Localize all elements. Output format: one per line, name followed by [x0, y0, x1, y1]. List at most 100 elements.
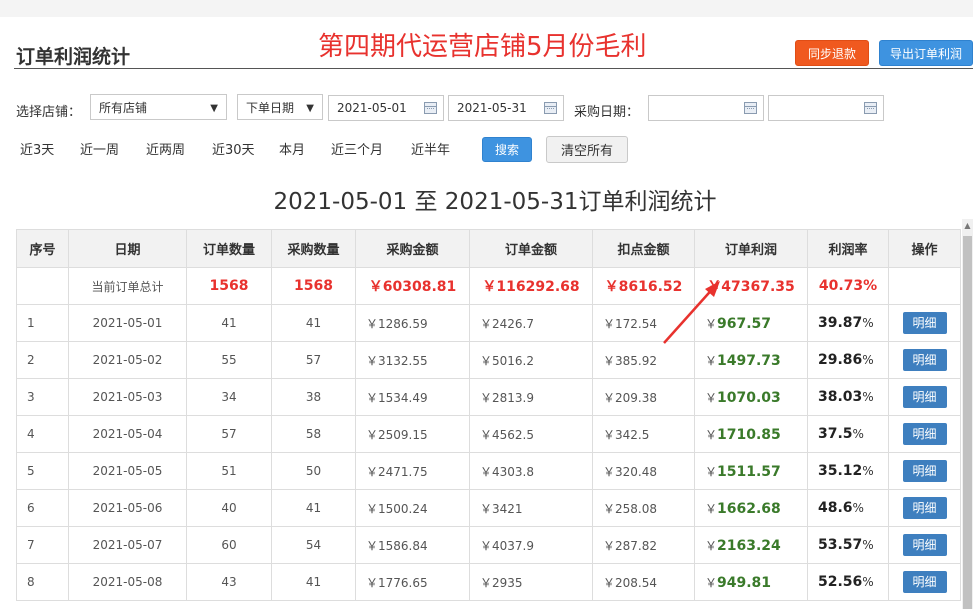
row-order-amount: ￥4303.8 — [469, 452, 593, 490]
currency-symbol: ￥ — [705, 575, 718, 590]
total-purchase-amount: ￥60308.81 — [355, 267, 470, 305]
detail-button[interactable]: 明细 — [902, 312, 947, 334]
profit-table: 序号 日期 订单数量 采购数量 采购金额 订单金额 扣点金额 订单利润 利润率 … — [16, 229, 961, 601]
row-date: 2021-05-03 — [68, 378, 187, 416]
row-rate-value: 35.12 — [818, 463, 863, 479]
table-cell — [888, 267, 961, 305]
quick-range-3months[interactable]: 近三个月 — [331, 139, 383, 158]
date-type-select[interactable]: 下单日期 ▼ — [237, 94, 323, 120]
date-to-value: 2021-05-31 — [457, 101, 527, 115]
currency-symbol: ￥ — [705, 390, 718, 405]
sync-refund-button[interactable]: 同步退款 — [795, 40, 869, 66]
row-date: 2021-05-07 — [68, 526, 187, 564]
row-purchases: 57 — [271, 341, 356, 379]
row-purchases: 58 — [271, 415, 356, 453]
date-from-input[interactable]: 2021-05-01 — [328, 95, 444, 121]
table-row: 7 2021-05-07 60 54 ￥1586.84 ￥4037.9 ￥287.82 ￥21… — [16, 526, 961, 564]
row-orders: 34 — [186, 378, 272, 416]
row-number: 4 — [16, 415, 69, 453]
row-profit: ￥1511.57 — [694, 452, 808, 490]
row-action: 明细 — [888, 341, 961, 379]
calendar-icon[interactable] — [864, 102, 877, 114]
row-purchase-amount: ￥1776.65 — [355, 563, 470, 601]
column-header: 扣点金额 — [592, 229, 695, 268]
quick-range-30days[interactable]: 近30天 — [212, 139, 255, 158]
currency-symbol: ￥ — [705, 464, 718, 479]
date-to-input[interactable]: 2021-05-31 — [448, 95, 564, 121]
table-row: 8 2021-05-08 43 41 ￥1776.65 ￥2935 ￥208.54 ￥949.… — [16, 563, 961, 601]
quick-range-month[interactable]: 本月 — [279, 139, 305, 158]
banner-annotation: 第四期代运营店铺5月份毛利 — [318, 32, 647, 62]
quick-range-2weeks[interactable]: 近两周 — [146, 139, 185, 158]
row-date: 2021-05-08 — [68, 563, 187, 601]
row-order-amount: ￥2935 — [469, 563, 593, 601]
export-profit-button[interactable]: 导出订单利润 — [879, 40, 973, 66]
quick-range-week[interactable]: 近一周 — [80, 139, 119, 158]
shop-label: 选择店铺： — [16, 105, 82, 120]
row-rate: 29.86% — [807, 341, 889, 379]
percent-sign: % — [862, 575, 874, 589]
table-row: 5 2021-05-05 51 50 ￥2471.75 ￥4303.8 ￥320.48 ￥15… — [16, 452, 961, 490]
shop-select-value: 所有店铺 — [99, 100, 148, 115]
detail-button[interactable]: 明细 — [902, 349, 947, 371]
column-header: 操作 — [888, 229, 961, 268]
scrollbar-thumb[interactable] — [963, 236, 972, 609]
detail-button[interactable]: 明细 — [902, 497, 947, 519]
row-action: 明细 — [888, 563, 961, 601]
row-rate-value: 38.03 — [818, 389, 863, 405]
row-number: 5 — [16, 452, 69, 490]
clear-all-button[interactable]: 清空所有 — [546, 136, 628, 163]
shop-select[interactable]: 所有店铺 ▼ — [90, 94, 227, 120]
row-purchase-amount: ￥1500.24 — [355, 489, 470, 527]
quick-range-halfyear[interactable]: 近半年 — [411, 139, 450, 158]
row-rate: 48.6% — [807, 489, 889, 527]
table-cell — [16, 267, 69, 305]
annotation-arrow-icon — [663, 281, 720, 344]
scroll-up-icon[interactable]: ▲ — [962, 219, 973, 233]
row-rate-value: 39.87 — [818, 315, 863, 331]
detail-button[interactable]: 明细 — [902, 571, 947, 593]
purchase-date-to-input[interactable] — [768, 95, 884, 121]
row-purchase-amount: ￥1286.59 — [355, 304, 470, 342]
row-rate-value: 37.5 — [818, 426, 853, 442]
percent-sign: % — [862, 464, 874, 478]
column-header: 订单金额 — [469, 229, 593, 268]
currency-symbol: ￥ — [705, 427, 718, 442]
row-purchases: 41 — [271, 489, 356, 527]
calendar-icon[interactable] — [544, 102, 557, 114]
search-button[interactable]: 搜索 — [482, 137, 532, 162]
table-header-row: 序号 日期 订单数量 采购数量 采购金额 订单金额 扣点金额 订单利润 利润率 … — [16, 229, 961, 268]
detail-button[interactable]: 明细 — [902, 460, 947, 482]
row-profit: ￥949.81 — [694, 563, 808, 601]
row-date: 2021-05-02 — [68, 341, 187, 379]
row-order-amount: ￥4562.5 — [469, 415, 593, 453]
row-profit: ￥1662.68 — [694, 489, 808, 527]
percent-sign: % — [862, 353, 874, 367]
percent-sign: % — [862, 390, 874, 404]
calendar-icon[interactable] — [424, 102, 437, 114]
row-rate-value: 29.86 — [818, 352, 863, 368]
page-title: 订单利润统计 — [16, 46, 131, 68]
purchase-date-from-input[interactable] — [648, 95, 764, 121]
currency-symbol: ￥ — [705, 353, 718, 368]
row-purchases: 41 — [271, 304, 356, 342]
row-number: 6 — [16, 489, 69, 527]
row-number: 7 — [16, 526, 69, 564]
row-action: 明细 — [888, 452, 961, 490]
total-rate: 40.73% — [807, 267, 889, 305]
calendar-icon[interactable] — [744, 102, 757, 114]
detail-button[interactable]: 明细 — [902, 534, 947, 556]
row-number: 2 — [16, 341, 69, 379]
row-number: 3 — [16, 378, 69, 416]
row-profit-value: 949.81 — [717, 574, 772, 591]
row-orders: 41 — [186, 304, 272, 342]
row-rate-value: 48.6 — [818, 500, 853, 516]
detail-button[interactable]: 明细 — [902, 386, 947, 408]
column-header: 利润率 — [807, 229, 889, 268]
detail-button[interactable]: 明细 — [902, 423, 947, 445]
row-rate-value: 52.56 — [818, 574, 863, 590]
row-order-amount: ￥4037.9 — [469, 526, 593, 564]
row-order-amount: ￥2813.9 — [469, 378, 593, 416]
quick-range-3days[interactable]: 近3天 — [20, 139, 54, 158]
row-action: 明细 — [888, 378, 961, 416]
